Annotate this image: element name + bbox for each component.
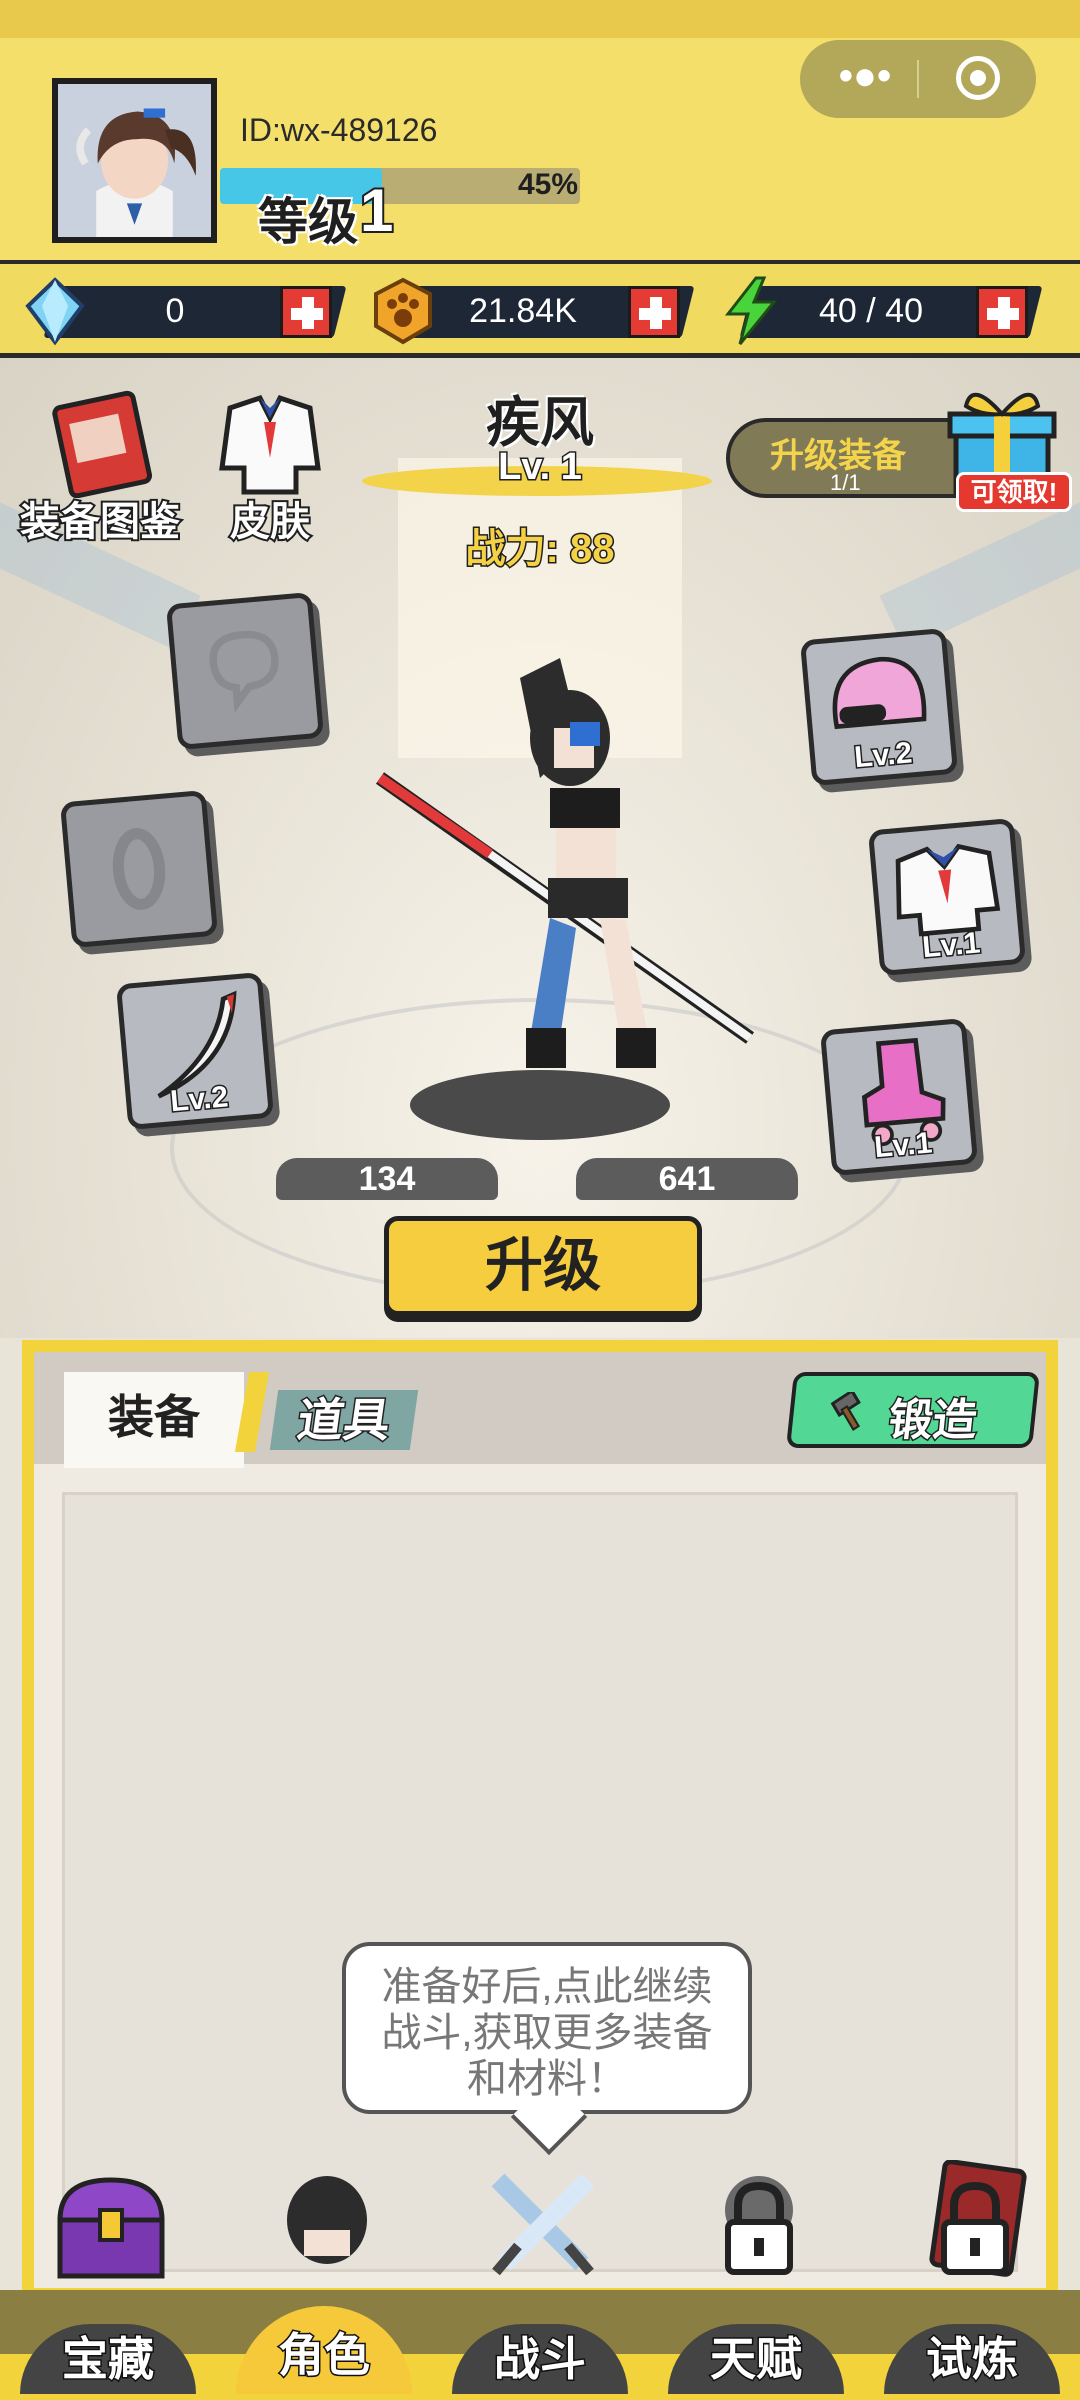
top-header: ID:wx-489126 45% 等级 1 •●• xyxy=(0,0,1080,264)
header-strip xyxy=(0,0,1080,38)
slot-helmet[interactable]: Lv.2 xyxy=(799,627,959,787)
nav-trial[interactable]: 试炼 xyxy=(870,2160,1070,2400)
inventory-grid-empty xyxy=(62,1492,1018,2272)
nav-battle[interactable]: 战斗 xyxy=(438,2160,638,2400)
player-avatar[interactable] xyxy=(52,78,217,243)
player-level: 1 xyxy=(358,175,395,246)
character-icon xyxy=(287,2176,367,2264)
forge-button[interactable]: 锻造 xyxy=(786,1372,1040,1448)
gold-count: 21.84K xyxy=(469,292,577,330)
add-gold-button[interactable] xyxy=(628,286,680,338)
uniform-icon xyxy=(219,394,321,495)
hero-shadow xyxy=(410,1070,670,1140)
resource-gold: 21.84K xyxy=(368,277,695,345)
player-id: ID:wx-489126 xyxy=(240,112,438,148)
diamond-count: 0 xyxy=(165,292,185,330)
avatar-portrait-icon xyxy=(58,84,211,237)
bottom-nav: 宝藏 角色 战斗 天赋 试炼 xyxy=(0,2160,1080,2400)
upgrade-equipment-progress: 1/1 xyxy=(830,470,861,495)
inventory-panel: 装备 道具 锻造 xyxy=(22,1340,1058,2300)
nav-talent[interactable]: 天赋 xyxy=(654,2160,854,2400)
character-stage: 疾风 Lv. 1 战力: 88 装备图鉴 皮肤 升级装备 1/1 可领取! Lv… xyxy=(0,358,1080,1338)
slot-accessory-empty[interactable] xyxy=(165,591,325,751)
skin-button[interactable]: 皮肤 xyxy=(180,388,360,547)
nav-treasure[interactable]: 宝藏 xyxy=(6,2160,206,2400)
lock-icon xyxy=(725,2176,793,2275)
treasure-chest-icon xyxy=(57,2177,165,2279)
hero-level: Lv. 1 xyxy=(497,445,584,490)
nav-character-label: 角色 xyxy=(236,2306,412,2394)
chat-bubble-icon xyxy=(209,630,279,713)
nav-treasure-label: 宝藏 xyxy=(20,2324,196,2394)
lock-icon xyxy=(929,2160,1027,2277)
hint-line-3: 和材料！ xyxy=(467,2057,627,2101)
hero-stat-right: 641 xyxy=(576,1158,798,1200)
forge-label: 锻造 xyxy=(885,1395,981,1447)
slot-boots[interactable]: Lv.1 xyxy=(819,1017,979,1177)
resource-energy: 40 / 40 xyxy=(716,276,1043,345)
codex-book-icon xyxy=(52,390,153,499)
tab-equipment[interactable]: 装备 xyxy=(64,1372,244,1468)
nav-battle-label: 战斗 xyxy=(452,2324,628,2394)
ring-icon xyxy=(112,828,166,910)
slot-ring-empty[interactable] xyxy=(59,789,219,949)
claim-badge[interactable]: 可领取! xyxy=(956,472,1072,512)
nav-talent-label: 天赋 xyxy=(668,2324,844,2394)
equipment-codex-button[interactable]: 装备图鉴 xyxy=(10,388,190,547)
hint-line-1: 准备好后,点此继续 xyxy=(381,1965,713,2009)
close-miniprogram-icon[interactable] xyxy=(956,56,1000,100)
resource-bar: 0 21.84K 40 / 40 xyxy=(0,264,1080,358)
slot-weapon[interactable]: Lv.2 xyxy=(115,971,275,1131)
more-menu-icon[interactable]: •●• xyxy=(830,56,900,98)
capsule-divider xyxy=(917,60,919,98)
mini-program-capsule: •●• xyxy=(800,40,1036,118)
xp-percent: 45% xyxy=(517,168,578,201)
hint-line-2: 战斗,获取更多装备 xyxy=(381,2011,713,2055)
resource-diamond: 0 xyxy=(20,277,347,346)
add-diamond-button[interactable] xyxy=(280,286,332,338)
battle-hint-bubble: 准备好后,点此继续 战斗,获取更多装备 和材料！ xyxy=(342,1942,752,2114)
tab-items[interactable]: 道具 xyxy=(269,1390,419,1450)
hero-character-icon[interactable] xyxy=(370,658,770,1078)
add-energy-button[interactable] xyxy=(976,286,1028,338)
nav-character[interactable]: 角色 xyxy=(222,2160,422,2400)
slot-armor[interactable]: Lv.1 xyxy=(867,817,1027,977)
upgrade-button[interactable]: 升级 xyxy=(384,1216,702,1316)
hammer-icon xyxy=(830,1392,861,1431)
nav-trial-label: 试炼 xyxy=(884,2324,1060,2394)
level-label: 等级 xyxy=(258,194,358,250)
energy-count: 40 / 40 xyxy=(819,292,923,330)
crossed-swords-icon xyxy=(491,2173,595,2276)
hero-stat-left: 134 xyxy=(276,1158,498,1200)
hero-power: 战力: 88 xyxy=(464,526,616,573)
